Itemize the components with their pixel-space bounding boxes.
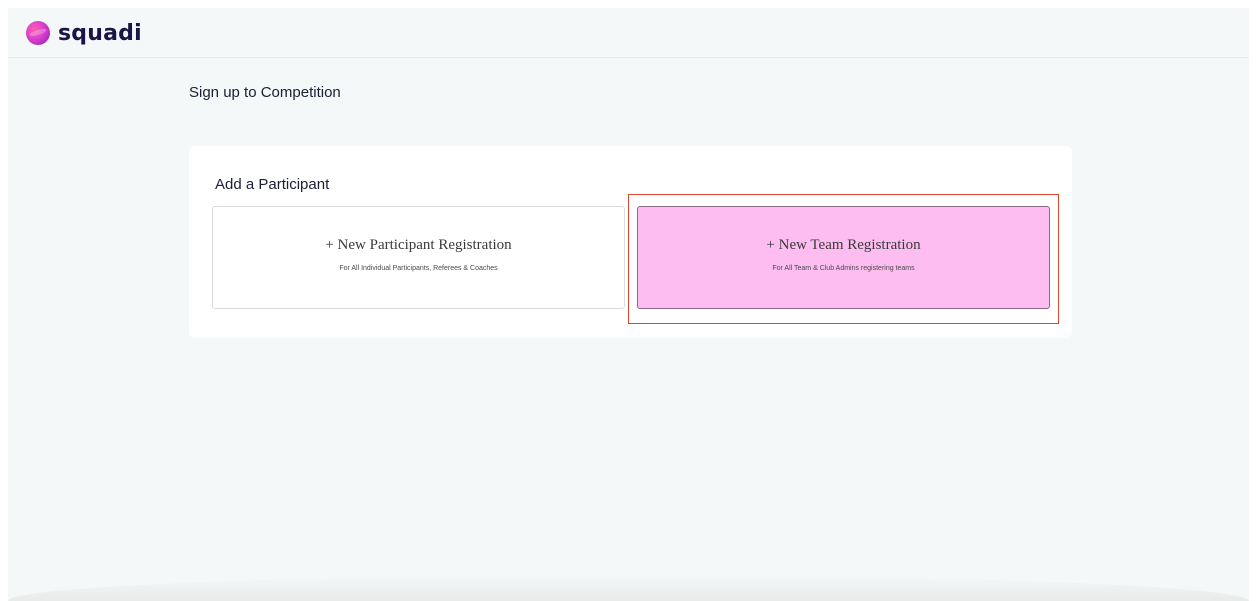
option-label: + New Team Registration bbox=[766, 237, 921, 253]
page-title: Sign up to Competition bbox=[189, 84, 341, 101]
brand-name: squadi bbox=[58, 20, 142, 46]
option-label: + New Participant Registration bbox=[325, 237, 512, 253]
new-participant-registration-button[interactable]: + New Participant Registration For All I… bbox=[212, 206, 625, 309]
add-participant-card: Add a Participant + New Participant Regi… bbox=[189, 146, 1072, 338]
option-subtitle: For All Individual Participants, Referee… bbox=[339, 265, 498, 272]
option-subtitle: For All Team & Club Admins registering t… bbox=[772, 265, 915, 272]
bottom-fade bbox=[8, 575, 1249, 601]
new-team-registration-button[interactable]: + New Team Registration For All Team & C… bbox=[637, 206, 1050, 309]
card-title: Add a Participant bbox=[215, 176, 330, 193]
app-window: squadi Sign up to Competition Add a Part… bbox=[8, 8, 1249, 601]
brand-logo[interactable]: squadi bbox=[26, 20, 142, 46]
top-bar: squadi bbox=[8, 8, 1249, 58]
squadi-logo-icon bbox=[26, 21, 50, 45]
